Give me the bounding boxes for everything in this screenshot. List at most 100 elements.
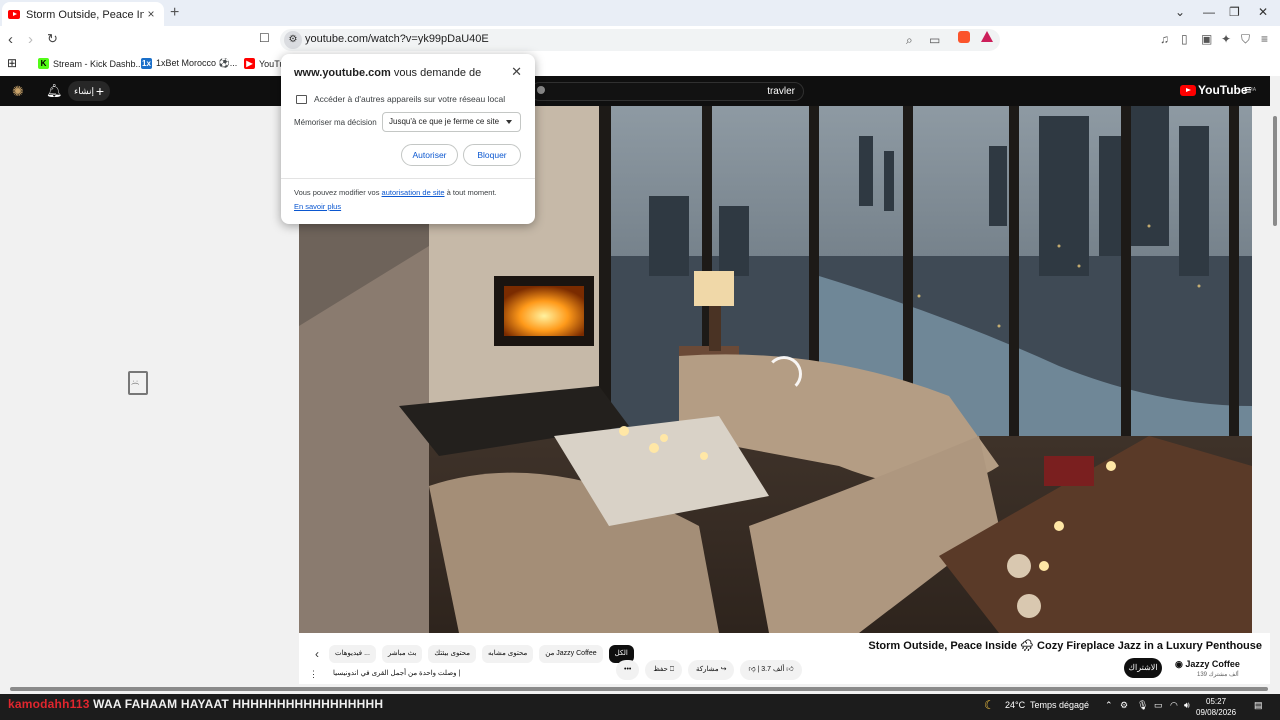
notifications-icon[interactable]: 🔔︎ bbox=[46, 83, 63, 99]
share-button[interactable]: مشاركة ↪ bbox=[688, 660, 735, 680]
bookmarks-bar: ⊞ K Stream - Kick Dashb... 1x 1xBet Moro… bbox=[0, 54, 1280, 76]
chip-videos[interactable]: فيديوهات ... bbox=[329, 645, 376, 663]
subscribe-button[interactable]: الاشتراك bbox=[1124, 658, 1162, 678]
url-text[interactable]: youtube.com/watch?v=yk99pDaU40E bbox=[305, 33, 489, 45]
chevron-up-icon[interactable]: ⌃ bbox=[1105, 700, 1113, 711]
subscriber-count: 139 ألف مشترك bbox=[1197, 672, 1239, 678]
brave-rewards-icon[interactable] bbox=[981, 31, 993, 42]
search-input[interactable]: travler bbox=[530, 82, 804, 101]
wifi-icon[interactable]: ◠ bbox=[1170, 700, 1178, 711]
close-window-button[interactable]: ✕ bbox=[1258, 5, 1268, 19]
dialog-title: www.youtube.com vous demande de bbox=[294, 67, 481, 79]
brave-shields-icon[interactable] bbox=[958, 31, 970, 43]
bookmark-save-icon: ⎕ bbox=[669, 666, 675, 673]
kick-icon: K bbox=[38, 58, 49, 69]
volume-icon[interactable]: 🔊︎ bbox=[1184, 700, 1190, 711]
allow-button[interactable]: Autoriser bbox=[401, 144, 458, 166]
youtube-header: ✺ 🔔︎ + إنشاء travler YouTube MA ≡ bbox=[0, 76, 1270, 106]
media-icon[interactable]: ♫ bbox=[1160, 32, 1169, 46]
more-actions-button[interactable]: ••• bbox=[616, 660, 640, 680]
horizontal-scrollbar[interactable] bbox=[0, 684, 1280, 694]
search-icon bbox=[537, 86, 545, 94]
tab-close-button[interactable]: × bbox=[144, 7, 158, 21]
create-label: إنشاء bbox=[74, 86, 95, 96]
page-content: ✺ 🔔︎ + إنشاء travler YouTube MA ≡:(Sto… bbox=[0, 76, 1280, 684]
recommended-video-title[interactable]: وصلت واحدة من أجمل القرى في اندونيسيا | bbox=[333, 669, 460, 677]
microphone-icon[interactable]: 🎙︎ bbox=[1137, 700, 1148, 711]
channel-name[interactable]: ◉ Jazzy Coffee bbox=[1175, 659, 1240, 670]
horizontal-scroll-thumb[interactable] bbox=[10, 687, 1268, 691]
dislike-icon: 👎︎ bbox=[748, 666, 756, 673]
system-clock[interactable]: 05:27 09/08/2026 bbox=[1196, 696, 1236, 718]
hamburger-menu-icon[interactable]: ≡ bbox=[1244, 82, 1252, 97]
reload-icon[interactable]: ↻ bbox=[47, 31, 58, 47]
block-button[interactable]: Bloquer bbox=[463, 144, 521, 166]
tray-app-icon[interactable]: ⚙ bbox=[1120, 700, 1128, 711]
apps-grid-icon[interactable]: ⊞ bbox=[7, 56, 17, 70]
clock-date: 09/08/2026 bbox=[1196, 708, 1237, 717]
save-button[interactable]: حفظ ⎕ bbox=[645, 660, 683, 680]
back-icon[interactable]: ‹ bbox=[8, 31, 13, 48]
bookmark-item-youtube[interactable]: ▶ YouTu bbox=[244, 58, 284, 69]
youtube-logo-text: YouTube bbox=[1198, 83, 1248, 97]
browser-tab[interactable]: Storm Outside, Peace Inside 🌧 × bbox=[2, 2, 164, 26]
chip-live[interactable]: بث مباشر bbox=[381, 645, 423, 663]
maximize-button[interactable]: ❐ bbox=[1229, 5, 1240, 19]
forward-icon[interactable]: › bbox=[28, 31, 33, 48]
tab-search-button[interactable]: ⌄ bbox=[1175, 5, 1185, 19]
sidebar-icon[interactable]: ▯ bbox=[1181, 32, 1188, 46]
zoom-icon[interactable]: ⌕ bbox=[906, 33, 913, 48]
chip-similar[interactable]: محتوى مشابه bbox=[482, 645, 534, 663]
bookmark-label: 1xBet Morocco ⚽... bbox=[156, 58, 238, 68]
learn-more-link[interactable]: En savoir plus bbox=[294, 202, 341, 211]
tab-strip: Storm Outside, Peace Inside 🌧 × + ⌄ — ❐ … bbox=[0, 0, 1280, 26]
dialog-site: www.youtube.com bbox=[294, 67, 391, 79]
leo-ai-icon[interactable]: ✦ bbox=[1221, 32, 1231, 46]
moon-weather-icon: ☾ bbox=[984, 698, 995, 712]
settings-note: Vous pouvez modifier vos autorisation de… bbox=[294, 188, 497, 197]
weather-desc[interactable]: Temps dégagé bbox=[1030, 700, 1089, 710]
sad-page-icon bbox=[128, 371, 148, 395]
channel-label: Jazzy Coffee bbox=[1185, 659, 1240, 669]
like-count: 3.7 ألف bbox=[761, 666, 785, 673]
vertical-scroll-thumb[interactable] bbox=[1273, 116, 1277, 226]
youtube-play-icon bbox=[1180, 84, 1196, 96]
close-icon[interactable]: ✕ bbox=[511, 64, 522, 80]
chevron-left-icon[interactable]: ‹ bbox=[315, 647, 319, 661]
like-dislike-button[interactable]: 👎︎ | 3.7 ألف 👍︎ bbox=[740, 660, 802, 680]
site-settings-icon[interactable]: ⚙ bbox=[284, 31, 302, 49]
banner-text: WAA FAHAAM HAYAAT HHHHHHHHHHHHHHHHH bbox=[89, 697, 384, 711]
remember-label: Mémoriser ma décision bbox=[294, 118, 377, 127]
chip-your-content[interactable]: محتوى بيئتك bbox=[428, 645, 477, 663]
network-icon[interactable]: ▭ bbox=[1154, 700, 1163, 711]
youtube-icon: ▶ bbox=[244, 58, 255, 69]
1xbet-icon: 1x bbox=[141, 58, 152, 69]
remember-select[interactable]: Jusqu'à ce que je ferme ce site bbox=[382, 112, 521, 132]
address-bar[interactable]: ⚙ youtube.com/watch?v=yk99pDaU40E ⌕ ▭ bbox=[280, 29, 1000, 51]
video-info-panel: Storm Outside, Peace Inside 🌧 Cozy Firep… bbox=[299, 633, 1270, 684]
create-button[interactable]: + إنشاء bbox=[68, 81, 110, 101]
permission-dialog: www.youtube.com vous demande de ✕ Accéde… bbox=[281, 54, 535, 224]
install-app-icon[interactable]: ▭ bbox=[929, 33, 940, 47]
chip-from-channel[interactable]: من Jazzy Coffee bbox=[539, 645, 603, 663]
search-query: travler bbox=[767, 86, 795, 97]
more-vert-icon[interactable]: ⋮ bbox=[309, 669, 318, 680]
channel-avatar-icon[interactable]: ✺ bbox=[12, 83, 24, 100]
tab-title: Storm Outside, Peace Inside 🌧 bbox=[26, 8, 144, 21]
minimize-button[interactable]: — bbox=[1203, 5, 1215, 19]
wallet-icon[interactable]: ▣ bbox=[1201, 32, 1212, 46]
bookmark-item-kick[interactable]: K Stream - Kick Dashb... bbox=[38, 58, 143, 69]
notifications-center-icon[interactable]: ▤ bbox=[1254, 700, 1263, 711]
note-suffix: à tout moment. bbox=[444, 188, 497, 197]
vpn-icon[interactable]: ⛉ bbox=[1241, 32, 1250, 47]
menu-icon[interactable]: ≡ bbox=[1261, 32, 1268, 46]
video-actions: ••• حفظ ⎕ مشاركة ↪ 👎︎ | 3.7 ألف 👍︎ bbox=[616, 660, 802, 680]
permission-text: Accéder à d'autres appareils sur votre r… bbox=[314, 94, 506, 104]
new-tab-button[interactable]: + bbox=[170, 4, 179, 22]
related-chips: ‹ فيديوهات ... بث مباشر محتوى بيئتك محتو… bbox=[315, 645, 634, 663]
bookmark-icon[interactable]: ☐ bbox=[259, 31, 270, 45]
weather-temp[interactable]: 24°C bbox=[1005, 700, 1025, 710]
bookmark-item-1xbet[interactable]: 1x 1xBet Morocco ⚽... bbox=[141, 58, 237, 69]
site-permission-link[interactable]: autorisation de site bbox=[382, 188, 445, 197]
youtube-favicon-icon bbox=[8, 9, 20, 19]
